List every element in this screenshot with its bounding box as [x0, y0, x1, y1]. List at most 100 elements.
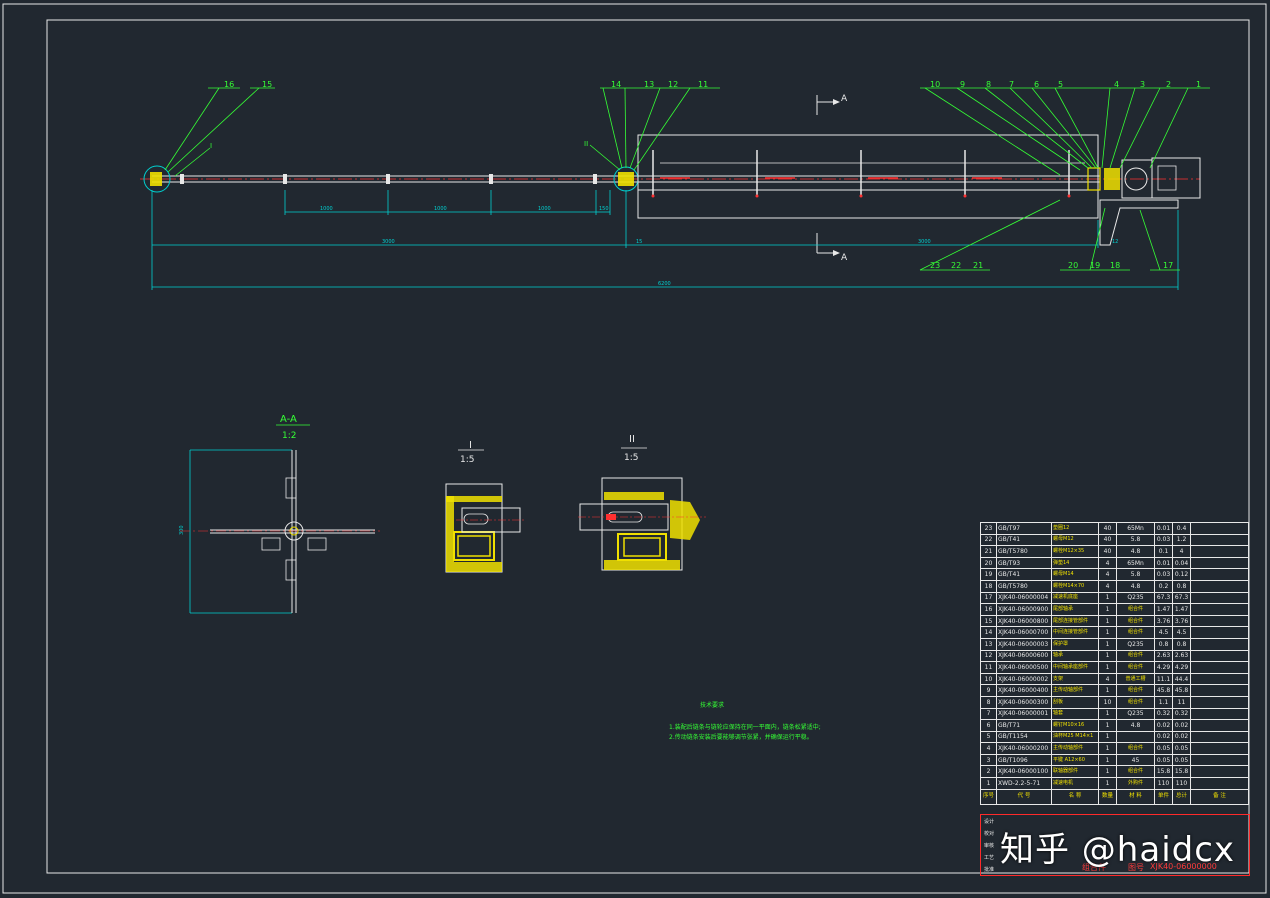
- bom-cell: 40: [1098, 533, 1117, 547]
- bom-cell: 4.5: [1154, 626, 1173, 639]
- bom-cell: 2: [980, 765, 997, 779]
- bom-cell: 21: [980, 545, 997, 558]
- bom-cell: 110: [1154, 777, 1173, 790]
- svg-text:1: 1: [1196, 80, 1201, 89]
- bom-cell: XJK40-06000500: [996, 661, 1052, 674]
- bom-cell: 1: [1098, 661, 1117, 674]
- main-view: [140, 134, 1201, 246]
- bom-cell: 0.03: [1154, 533, 1173, 547]
- bom-cell: 65Mn: [1116, 556, 1155, 570]
- bom-cell: XJK40-06000800: [996, 614, 1052, 628]
- svg-text:3000: 3000: [382, 239, 395, 245]
- bom-cell: 16: [980, 603, 997, 616]
- bom-cell: 45: [1116, 753, 1155, 767]
- bom-cell: [1190, 556, 1249, 570]
- bom-body: 23 GB/T97 垫圈12 40 65Mn 0.01 0.4 22 GB/T41 螺母M12 40…: [980, 522, 1249, 805]
- svg-text:1:2: 1:2: [282, 431, 296, 441]
- bom-cell: 垫圈12: [1051, 522, 1099, 535]
- bom-cell: 0.04: [1172, 556, 1191, 570]
- bom-cell: 4.8: [1116, 579, 1155, 593]
- bom-cell: 0.02: [1154, 730, 1173, 744]
- bom-cell: 1: [1098, 591, 1117, 605]
- bom-cell: 0.8: [1172, 579, 1191, 593]
- bom-cell: 5.8: [1116, 568, 1155, 581]
- bom-row: 9 XJK40-06000400 主传动轴部件 1 组合件 45.8 45.8: [980, 684, 1249, 697]
- bom-cell: 14: [980, 626, 997, 639]
- tb-row-2: 校对: [984, 831, 995, 837]
- svg-text:3: 3: [1140, 80, 1145, 89]
- bom-cell: 11: [1172, 695, 1191, 709]
- bom-cell: 44.4: [1172, 672, 1191, 686]
- bom-cell: 2.63: [1154, 649, 1173, 663]
- balloons-bottom: 23 22 21 20 19 18 17: [930, 261, 1173, 270]
- bom-cell: GB/T5780: [996, 545, 1052, 558]
- svg-text:1000: 1000: [434, 206, 447, 212]
- svg-text:12: 12: [668, 80, 678, 89]
- bom-cell: 15.8: [1154, 765, 1173, 779]
- bom-cell: GB/T97: [996, 522, 1052, 535]
- bom-cell: XJK40-06000200: [996, 742, 1052, 755]
- bom-cell: [1190, 777, 1249, 790]
- bom-cell: [1190, 637, 1249, 651]
- bom-cell: 1: [1098, 730, 1117, 744]
- watermark: 知乎 @haidcx: [1000, 830, 1236, 870]
- bom-cell: 尾部连接管部件: [1051, 614, 1099, 628]
- bom-cell: XJK40-06000003: [996, 637, 1052, 651]
- bom-cell: [1190, 684, 1249, 697]
- bom-cell: 减速电机: [1051, 777, 1099, 790]
- bom-cell: XJK40-06000600: [996, 649, 1052, 663]
- bom-cell: 3: [980, 753, 997, 767]
- bom-cell: 支架: [1051, 672, 1099, 686]
- bom-cell: 螺母M14: [1051, 568, 1099, 581]
- bom-cell: 1: [1098, 765, 1117, 779]
- bom-cell: 4: [1098, 568, 1117, 581]
- bom-cell: 螺钉M10×16: [1051, 719, 1099, 732]
- bom-cell: 4: [1098, 556, 1117, 570]
- bom-cell: [1116, 730, 1155, 744]
- bom-cell: [1190, 568, 1249, 581]
- bom-cell: 1: [1098, 637, 1117, 651]
- bom-row: 5 GB/T1154 油杯M25 M14×1 1 0.02 0.02: [980, 730, 1249, 744]
- svg-text:22: 22: [951, 261, 961, 270]
- bom-cell: 11: [980, 661, 997, 674]
- bom-cell: [1190, 533, 1249, 547]
- bom-cell: 1: [1098, 753, 1117, 767]
- bom-cell: GB/T41: [996, 533, 1052, 547]
- bom-cell: 轴套: [1051, 707, 1099, 721]
- bom-row: 2 XJK40-06000100 联轴器部件 1 组合件 15.8 15.8: [980, 765, 1249, 779]
- bom-header-cell: 名 称: [1051, 788, 1099, 805]
- bom-cell: 3.76: [1172, 614, 1191, 628]
- bom-cell: 1.1: [1154, 695, 1173, 709]
- bom-cell: 组合件: [1116, 765, 1155, 779]
- svg-text:I: I: [469, 440, 472, 451]
- bom-cell: 0.05: [1154, 753, 1173, 767]
- bom-cell: 15.8: [1172, 765, 1191, 779]
- bom-cell: 1: [980, 777, 997, 790]
- tech-line-2: 2.传动链条安装后要能够调节张紧，并确保运行平稳。: [669, 734, 813, 741]
- bom-cell: XJK40-06000400: [996, 684, 1052, 697]
- svg-text:21: 21: [973, 261, 983, 270]
- bom-cell: 0.1: [1154, 545, 1173, 558]
- bom-cell: [1190, 614, 1249, 628]
- tb-row-3: 审核: [984, 843, 995, 849]
- bom-cell: 6: [980, 719, 997, 732]
- bom-header-cell: 数量: [1098, 788, 1117, 805]
- bom-cell: 4.29: [1172, 661, 1191, 674]
- bom-cell: 螺母M12: [1051, 533, 1099, 547]
- bom-cell: XWD-2.2-5-71: [996, 777, 1052, 790]
- bom-cell: 4: [1172, 545, 1191, 558]
- bom-cell: 1.2: [1172, 533, 1191, 547]
- bom-cell: GB/T5780: [996, 579, 1052, 593]
- bom-cell: 减速机底座: [1051, 591, 1099, 605]
- bom-cell: [1190, 661, 1249, 674]
- svg-text:13: 13: [644, 80, 654, 89]
- bom-cell: 组合件: [1116, 742, 1155, 755]
- bom-cell: 4.8: [1116, 545, 1155, 558]
- bom-cell: 0.05: [1172, 742, 1191, 755]
- bom-row: 8 XJK40-06000300 刮板 10 组合件 1.1 11: [980, 695, 1249, 709]
- bom-row: 15 XJK40-06000800 尾部连接管部件 1 组合件 3.76 3.76: [980, 614, 1249, 628]
- svg-text:15: 15: [262, 80, 272, 89]
- bom-row: 17 XJK40-06000004 减速机底座 1 Q235 67.3 67.3: [980, 591, 1249, 605]
- bom-cell: 0.32: [1154, 707, 1173, 721]
- bom-cell: 组合件: [1116, 661, 1155, 674]
